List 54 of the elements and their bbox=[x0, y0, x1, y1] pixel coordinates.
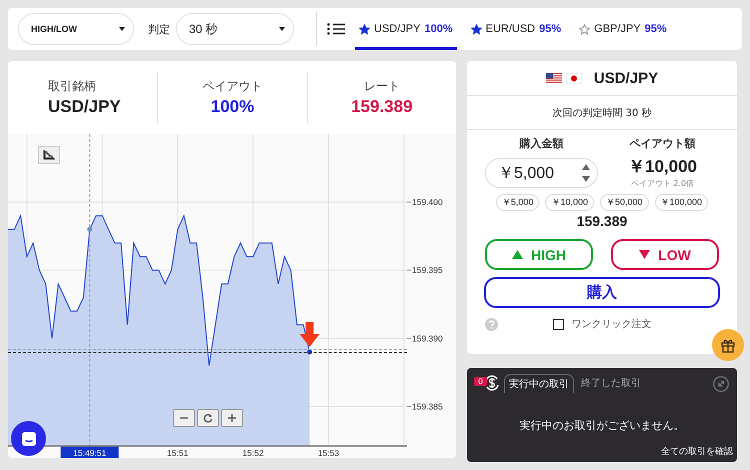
trade-count-badge: 0 bbox=[474, 377, 488, 386]
axis-label: 159.400 bbox=[412, 197, 443, 208]
axis-label: 15:51 bbox=[167, 448, 188, 458]
next-judge-time: 次回の判定時間 30 秒 bbox=[552, 106, 652, 120]
stat-value: 100% bbox=[210, 97, 254, 117]
amount-preset-button[interactable]: ￥50,000 bbox=[600, 194, 649, 211]
amount-preset-button[interactable]: ￥10,000 bbox=[545, 194, 594, 211]
spinner-icon[interactable] bbox=[581, 162, 591, 184]
axis-label: 15:53 bbox=[318, 448, 340, 458]
stat-label: ペイアウト bbox=[202, 78, 262, 95]
axis-label: 159.385 bbox=[412, 402, 443, 412]
pair-title: USD/JPY bbox=[594, 70, 658, 86]
trades-tab[interactable]: 実行中の取引 bbox=[504, 374, 574, 392]
caret-icon bbox=[119, 27, 125, 31]
chart-type-button[interactable] bbox=[38, 146, 60, 164]
amount-label: 購入金額 bbox=[518, 136, 564, 151]
up-triangle-icon bbox=[512, 250, 523, 259]
external-link-icon[interactable] bbox=[713, 376, 729, 392]
trade-type-dropdown[interactable]: HIGH/LOW bbox=[18, 13, 134, 45]
judge-label: 判定 bbox=[148, 22, 170, 36]
amount-preset-button[interactable]: ￥5,000 bbox=[496, 194, 540, 211]
crosshair-time-label: 15:49:51 bbox=[73, 448, 106, 458]
axis-label: 15:52 bbox=[242, 448, 264, 458]
empty-message: 実行中のお取引がございません。 bbox=[518, 418, 686, 433]
payout-ratio: ペイアウト 2.0倍 bbox=[630, 178, 694, 189]
axis-label: 159.395 bbox=[412, 265, 443, 276]
payout-label: ペイアウト額 bbox=[628, 136, 696, 151]
gift-icon bbox=[720, 337, 736, 353]
one-click-label: ワンクリック注文 bbox=[572, 318, 652, 331]
stat-value: USD/JPY bbox=[48, 97, 122, 117]
stat-label: レート bbox=[364, 78, 400, 95]
gift-button[interactable] bbox=[712, 329, 744, 361]
judge-time-dropdown[interactable]: 30 秒 bbox=[176, 13, 294, 45]
down-triangle-icon bbox=[639, 250, 650, 259]
all-trades-link[interactable]: 全ての取引を確認 bbox=[661, 445, 733, 458]
trades-tab[interactable]: 終了した取引 bbox=[577, 374, 645, 392]
amount-input[interactable]: ￥5,000 bbox=[485, 158, 598, 188]
pair-tab[interactable]: GBP/JPY 95% bbox=[575, 8, 671, 50]
stat-label: 取引銘柄 bbox=[48, 78, 97, 95]
buy-button[interactable]: 購入 bbox=[484, 277, 720, 308]
payout-amount: ￥10,000 bbox=[628, 156, 697, 178]
pair-tab[interactable]: USD/JPY 100% bbox=[355, 8, 457, 50]
area-chart-icon bbox=[43, 150, 55, 160]
japan-flag-icon bbox=[566, 72, 582, 84]
stat-value: 159.389 bbox=[351, 97, 413, 117]
caret-icon bbox=[279, 27, 285, 31]
one-click-checkbox[interactable] bbox=[552, 318, 564, 330]
axis-label: 159.390 bbox=[412, 333, 443, 344]
pair-tab[interactable]: EUR/USD 95% bbox=[466, 8, 566, 50]
list-menu-icon[interactable] bbox=[327, 23, 345, 35]
amount-preset-button[interactable]: ￥100,000 bbox=[654, 194, 708, 211]
low-button[interactable]: LOW bbox=[611, 239, 719, 270]
us-flag-icon bbox=[546, 72, 562, 84]
rate-value: 159.389 bbox=[576, 213, 628, 229]
